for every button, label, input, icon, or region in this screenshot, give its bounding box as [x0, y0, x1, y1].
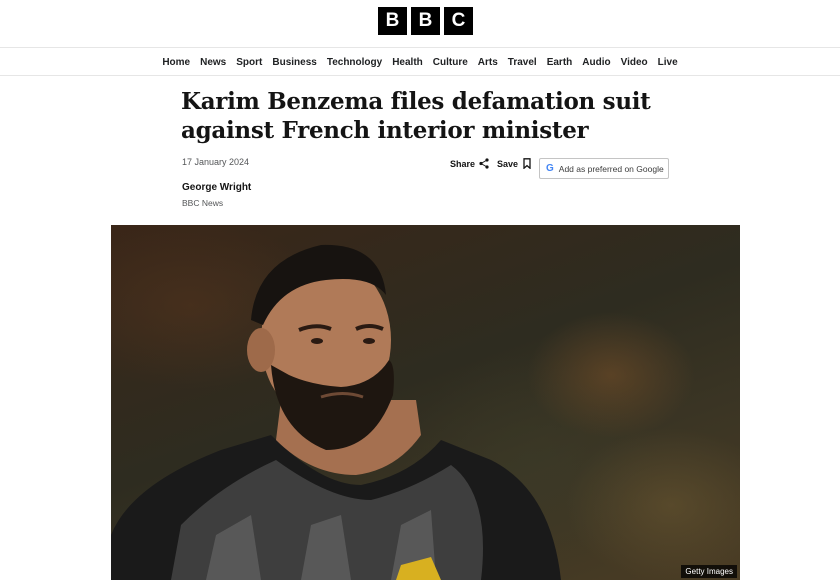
google-button-label: Add as preferred on Google — [558, 163, 664, 174]
nav-item-news[interactable]: News — [195, 57, 231, 68]
main-navigation: Home News Sport Business Technology Heal… — [0, 48, 840, 76]
share-button[interactable]: Share — [450, 158, 489, 169]
nav-item-business[interactable]: Business — [267, 57, 321, 68]
nav-item-health[interactable]: Health — [387, 57, 428, 68]
logo-letter: B — [411, 7, 440, 35]
nav-item-live[interactable]: Live — [653, 57, 683, 68]
nav-item-technology[interactable]: Technology — [322, 57, 387, 68]
image-credit: Getty Images — [681, 565, 737, 578]
logo-letter: C — [444, 7, 473, 35]
publish-date: 17 January 2024 — [182, 157, 250, 167]
nav-item-home[interactable]: Home — [157, 57, 195, 68]
nav-item-travel[interactable]: Travel — [503, 57, 542, 68]
author-organization: BBC News — [182, 198, 224, 208]
nav-item-video[interactable]: Video — [616, 57, 653, 68]
add-preferred-google-button[interactable]: G Add as preferred on Google — [539, 158, 669, 179]
article-headline: Karim Benzema files defamation suit agai… — [181, 88, 651, 144]
nav-item-sport[interactable]: Sport — [231, 57, 267, 68]
save-label: Save — [497, 158, 519, 169]
nav-item-earth[interactable]: Earth — [542, 57, 578, 68]
nav-item-culture[interactable]: Culture — [428, 57, 473, 68]
article-actions: Share Save — [450, 158, 532, 169]
share-label: Share — [450, 158, 476, 169]
logo-letter: B — [378, 7, 407, 35]
share-icon — [479, 158, 489, 169]
article-image: Getty Images — [111, 225, 740, 580]
save-button[interactable]: Save — [497, 158, 532, 169]
google-icon: G — [546, 163, 554, 174]
nav-item-audio[interactable]: Audio — [577, 57, 615, 68]
masthead: B B C — [0, 0, 840, 48]
bookmark-icon — [523, 158, 531, 169]
player-portrait — [111, 244, 561, 580]
nav-item-arts[interactable]: Arts — [473, 57, 503, 68]
author-name[interactable]: George Wright — [182, 182, 251, 193]
bbc-logo[interactable]: B B C — [378, 7, 473, 35]
